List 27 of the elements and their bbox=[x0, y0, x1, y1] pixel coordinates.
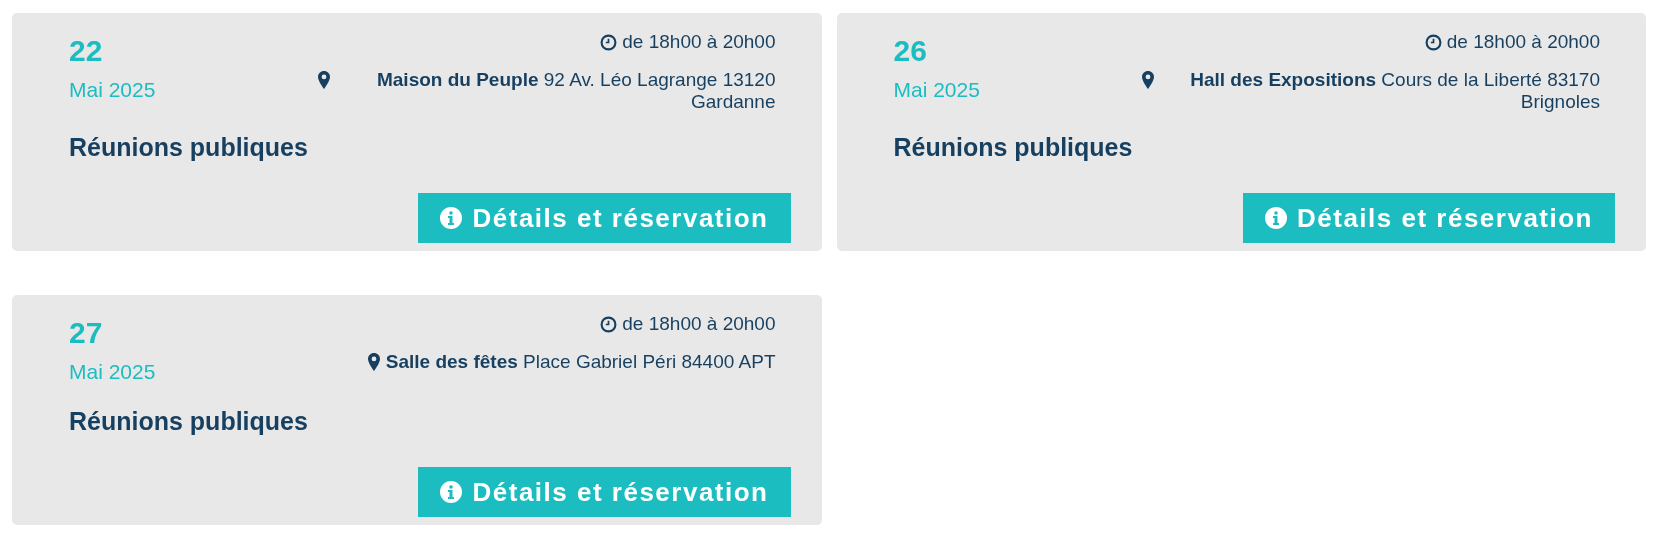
info-icon bbox=[440, 481, 463, 503]
event-location: Hall des Expositions Cours de la Liberté 83170 Brignoles bbox=[1189, 69, 1600, 113]
event-day: 26 bbox=[893, 31, 980, 71]
map-pin-icon bbox=[367, 353, 380, 371]
event-month: Mai 2025 bbox=[893, 77, 980, 103]
event-day: 22 bbox=[69, 31, 156, 71]
clock-icon bbox=[600, 315, 618, 333]
map-pin-icon bbox=[317, 71, 330, 89]
event-title: Réunions publiques bbox=[893, 132, 1134, 163]
info-icon bbox=[1265, 207, 1287, 229]
clock-icon bbox=[600, 33, 618, 51]
info-icon bbox=[440, 207, 463, 229]
map-pin-icon bbox=[1142, 71, 1154, 89]
details-button[interactable]: Détails et réservation bbox=[1243, 193, 1615, 243]
event-time: de 18h00 à 20h00 bbox=[622, 31, 776, 53]
event-time: de 18h00 à 20h00 bbox=[622, 313, 776, 335]
clock-icon bbox=[1424, 33, 1442, 51]
event-day: 27 bbox=[69, 313, 156, 353]
event-location: Salle des fêtes Place Gabriel Péri 84400 APT bbox=[385, 351, 776, 373]
details-button[interactable]: Détails et réservation bbox=[418, 193, 791, 243]
event-location: Maison du Peuple 92 Av. Léo Lagrange 13120 Gardanne bbox=[375, 69, 776, 113]
event-month: Mai 2025 bbox=[69, 77, 156, 103]
event-month: Mai 2025 bbox=[69, 359, 156, 385]
event-time: de 18h00 à 20h00 bbox=[1446, 31, 1600, 53]
event-title: Réunions publiques bbox=[69, 406, 309, 437]
details-button[interactable]: Détails et réservation bbox=[418, 467, 791, 517]
event-title: Réunions publiques bbox=[69, 132, 309, 163]
